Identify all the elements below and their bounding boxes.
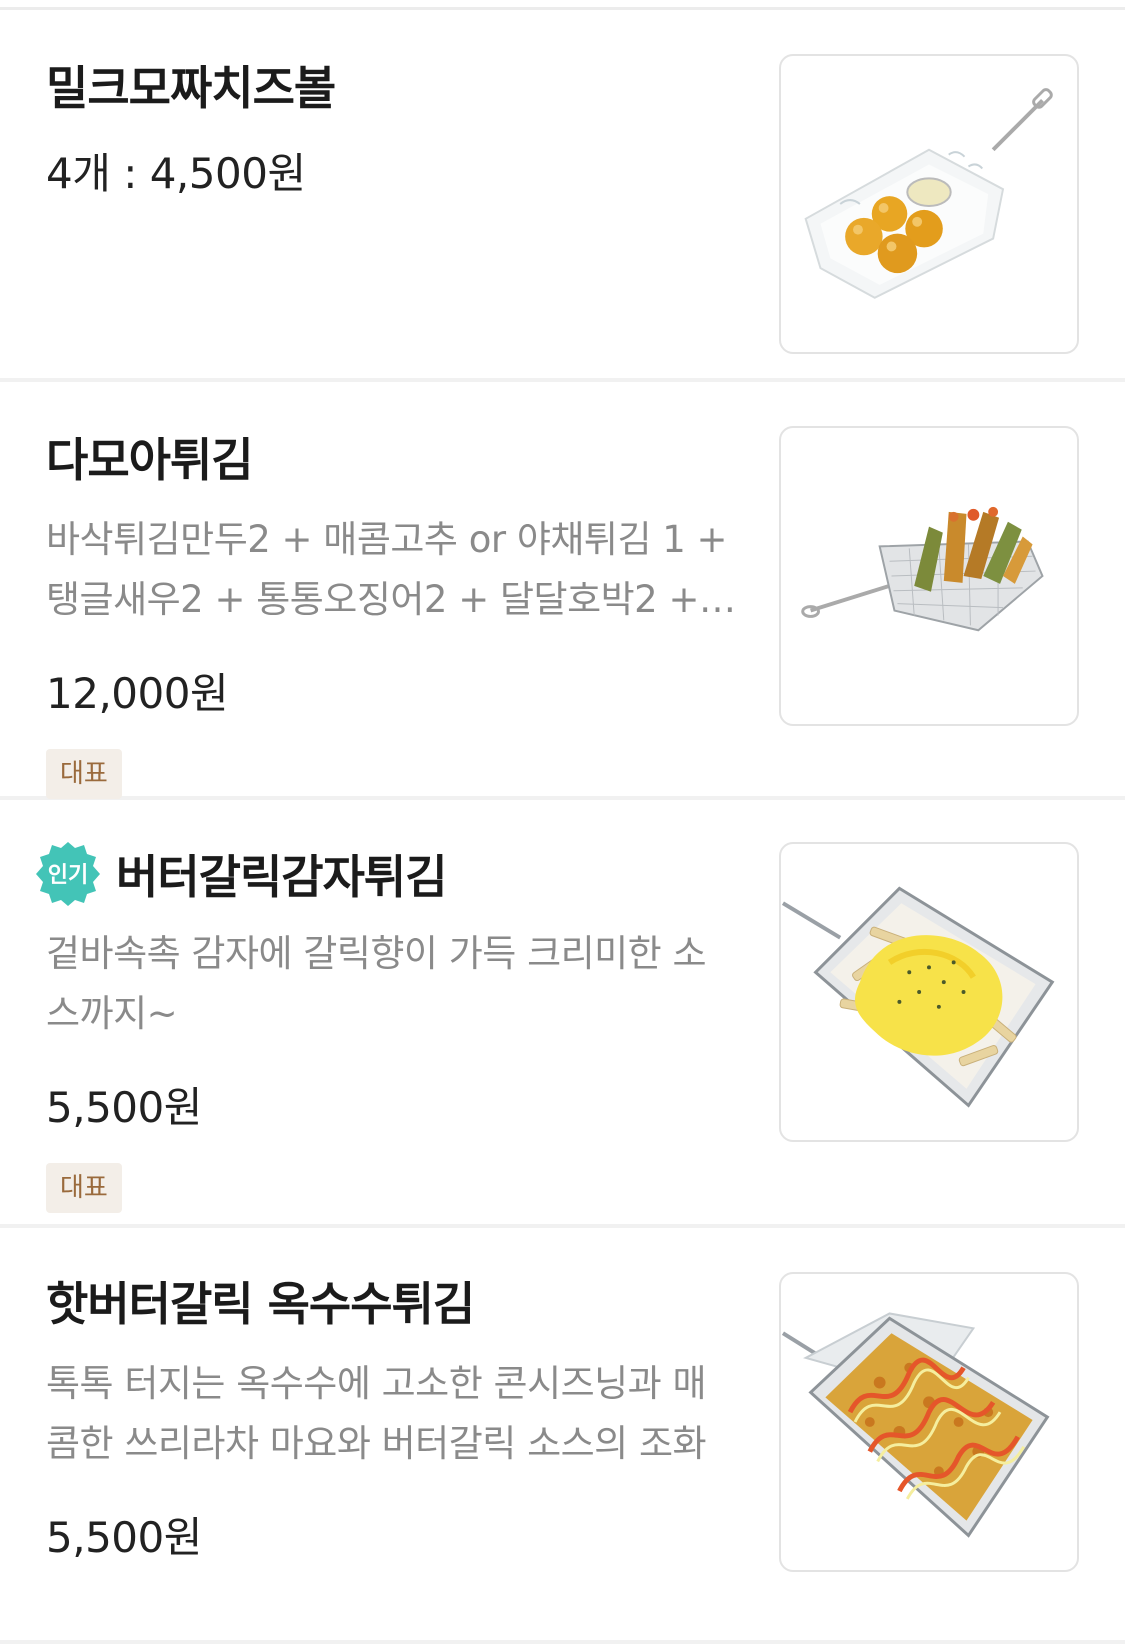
menu-item[interactable]: 인기 버터갈릭감자튀김 겉바속촉 감자에 갈릭향이 가득 크리미한 소스까지~ … <box>0 800 1125 1228</box>
menu-item-price: 5,500원 <box>46 1513 202 1562</box>
menu-item-image[interactable] <box>779 1272 1079 1572</box>
menu-item-name-row: 밀크모짜치즈볼 <box>46 52 736 118</box>
garlic-fries-basket-photo <box>781 886 1055 1108</box>
menu-item-name-row: 인기 버터갈릭감자튀김 <box>36 840 736 908</box>
menu-item-price: 12,000원 <box>46 669 229 718</box>
menu-item-info: 핫버터갈릭 옥수수튀김 톡톡 터지는 옥수수에 고소한 콘시즈닝과 매콤한 쓰리… <box>46 1228 736 1565</box>
menu-item-name: 밀크모짜치즈볼 <box>46 61 336 115</box>
menu-item-image[interactable] <box>779 54 1079 354</box>
menu-item-name: 핫버터갈릭 옥수수튀김 <box>46 1277 475 1331</box>
menu-item-image[interactable] <box>779 842 1079 1142</box>
representative-badge: 대표 <box>46 1163 122 1213</box>
cheese-ball-basket-photo <box>804 88 1053 299</box>
menu-item-name: 다모아튀김 <box>46 433 254 487</box>
top-divider <box>0 0 1125 10</box>
menu-item-name-row: 다모아튀김 <box>46 424 736 490</box>
menu-item[interactable]: 밀크모짜치즈볼 4개 : 4,500원 <box>0 10 1125 382</box>
menu-item-description: 겉바속촉 감자에 갈릭향이 가득 크리미한 소스까지~ <box>46 932 707 1035</box>
popular-badge-icon: 인기 <box>34 840 102 908</box>
corn-fries-basket-photo <box>781 1312 1050 1538</box>
menu-item[interactable]: 다모아튀김 바삭튀김만두2 + 매콤고추 or 야채튀김 1 + 탱글새우2 +… <box>0 382 1125 800</box>
menu-item-image[interactable] <box>779 426 1079 726</box>
menu-item-name-row: 핫버터갈릭 옥수수튀김 <box>46 1268 736 1334</box>
menu-item-name: 버터갈릭감자튀김 <box>116 850 448 904</box>
menu-item-description: 바삭튀김만두2 + 매콤고추 or 야채튀김 1 + 탱글새우2 + 통통오징어… <box>46 518 728 621</box>
menu-item-description: 톡톡 터지는 옥수수에 고소한 콘시즈닝과 매콤한 쓰리라차 마요와 버터갈릭 … <box>46 1362 707 1465</box>
menu-item[interactable]: 핫버터갈릭 옥수수튀김 톡톡 터지는 옥수수에 고소한 콘시즈닝과 매콤한 쓰리… <box>0 1228 1125 1644</box>
menu-item-info: 밀크모짜치즈볼 4개 : 4,500원 <box>46 10 736 201</box>
menu-item-info: 인기 버터갈릭감자튀김 겉바속촉 감자에 갈릭향이 가득 크리미한 소스까지~ … <box>36 800 736 1213</box>
menu-item-price: 4개 : 4,500원 <box>46 149 306 198</box>
representative-badge: 대표 <box>46 749 122 799</box>
popular-badge-label: 인기 <box>48 863 88 888</box>
menu-item-price: 5,500원 <box>46 1083 202 1132</box>
tempura-basket-photo <box>801 506 1044 632</box>
menu-item-info: 다모아튀김 바삭튀김만두2 + 매콤고추 or 야채튀김 1 + 탱글새우2 +… <box>46 382 736 799</box>
